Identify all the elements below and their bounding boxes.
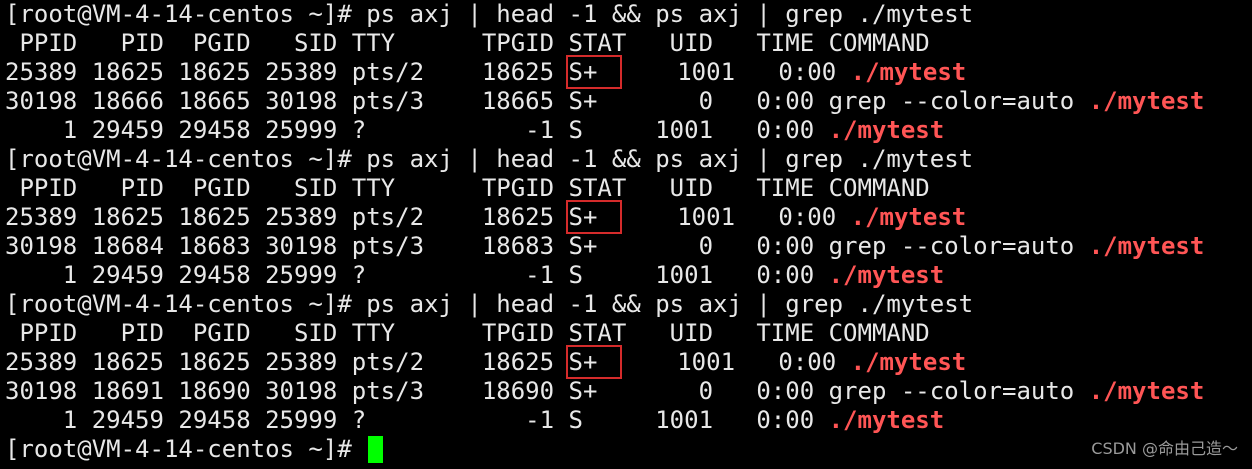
terminal-cursor <box>368 436 384 463</box>
terminal-line: 1 29459 29458 25999 ? -1 S 1001 0:00 ./m… <box>5 116 1204 145</box>
terminal-text: [root@VM-4-14-centos ~]# <box>5 435 367 463</box>
terminal-output[interactable]: [root@VM-4-14-centos ~]# ps axj | head -… <box>5 0 1204 464</box>
terminal-line: 30198 18691 18690 30198 pts/3 18690 S+ 0… <box>5 377 1204 406</box>
terminal-line: 25389 18625 18625 25389 pts/2 18625 S+ 1… <box>5 200 1204 234</box>
highlighted-match: ./mytest <box>828 261 945 289</box>
terminal-line: [root@VM-4-14-centos ~]# ps axj | head -… <box>5 145 1204 174</box>
terminal-line: PPID PID PGID SID TTY TPGID STAT UID TIM… <box>5 319 1204 348</box>
terminal-text: 1 29459 29458 25999 ? -1 S 1001 0:00 <box>5 406 829 434</box>
terminal-line: 1 29459 29458 25999 ? -1 S 1001 0:00 ./m… <box>5 406 1204 435</box>
stat-annotation-box: S+ <box>565 55 623 89</box>
terminal-text: PPID PID PGID SID TTY TPGID STAT UID TIM… <box>5 319 930 347</box>
terminal-line: 30198 18666 18665 30198 pts/3 18665 S+ 0… <box>5 87 1204 116</box>
terminal-line: 30198 18684 18683 30198 pts/3 18683 S+ 0… <box>5 232 1204 261</box>
highlighted-match: ./mytest <box>1088 232 1205 260</box>
terminal-text: [root@VM-4-14-centos ~]# ps axj | head -… <box>5 290 974 318</box>
terminal-line: PPID PID PGID SID TTY TPGID STAT UID TIM… <box>5 29 1204 58</box>
terminal-line: 1 29459 29458 25999 ? -1 S 1001 0:00 ./m… <box>5 261 1204 290</box>
highlighted-match: ./mytest <box>850 203 967 231</box>
terminal-text: 25389 18625 18625 25389 pts/2 18625 <box>5 203 569 231</box>
highlighted-match: ./mytest <box>828 116 945 144</box>
terminal-line: 25389 18625 18625 25389 pts/2 18625 S+ 1… <box>5 345 1204 379</box>
highlighted-match: ./mytest <box>850 58 967 86</box>
highlighted-match: ./mytest <box>850 348 967 376</box>
terminal-text: 1 29459 29458 25999 ? -1 S 1001 0:00 <box>5 261 829 289</box>
terminal-text: PPID PID PGID SID TTY TPGID STAT UID TIM… <box>5 174 930 202</box>
terminal-text: 25389 18625 18625 25389 pts/2 18625 <box>5 348 569 376</box>
stat-annotation-box: S+ <box>565 200 623 234</box>
stat-annotation-box: S+ <box>565 345 623 379</box>
terminal-text: 1001 0:00 <box>619 58 851 86</box>
terminal-text: 30198 18666 18665 30198 pts/3 18665 S+ 0… <box>5 87 1089 115</box>
terminal-text: PPID PID PGID SID TTY TPGID STAT UID TIM… <box>5 29 930 57</box>
terminal-line: [root@VM-4-14-centos ~]# ps axj | head -… <box>5 0 1204 29</box>
terminal-text: 1001 0:00 <box>619 203 851 231</box>
terminal-line: [root@VM-4-14-centos ~]# ps axj | head -… <box>5 290 1204 319</box>
terminal-text: [root@VM-4-14-centos ~]# ps axj | head -… <box>5 0 974 28</box>
terminal-text: 30198 18684 18683 30198 pts/3 18683 S+ 0… <box>5 232 1089 260</box>
terminal-line: PPID PID PGID SID TTY TPGID STAT UID TIM… <box>5 174 1204 203</box>
terminal-text: 1 29459 29458 25999 ? -1 S 1001 0:00 <box>5 116 829 144</box>
highlighted-match: ./mytest <box>828 406 945 434</box>
terminal-text: 1001 0:00 <box>619 348 851 376</box>
terminal-line: [root@VM-4-14-centos ~]# <box>5 435 1204 464</box>
highlighted-match: ./mytest <box>1088 377 1205 405</box>
csdn-watermark: CSDN @命由己造～ <box>1091 439 1238 458</box>
terminal-text: 30198 18691 18690 30198 pts/3 18690 S+ 0… <box>5 377 1089 405</box>
terminal-line: 25389 18625 18625 25389 pts/2 18625 S+ 1… <box>5 55 1204 89</box>
terminal-text: [root@VM-4-14-centos ~]# ps axj | head -… <box>5 145 974 173</box>
terminal-text: 25389 18625 18625 25389 pts/2 18625 <box>5 58 569 86</box>
highlighted-match: ./mytest <box>1088 87 1205 115</box>
